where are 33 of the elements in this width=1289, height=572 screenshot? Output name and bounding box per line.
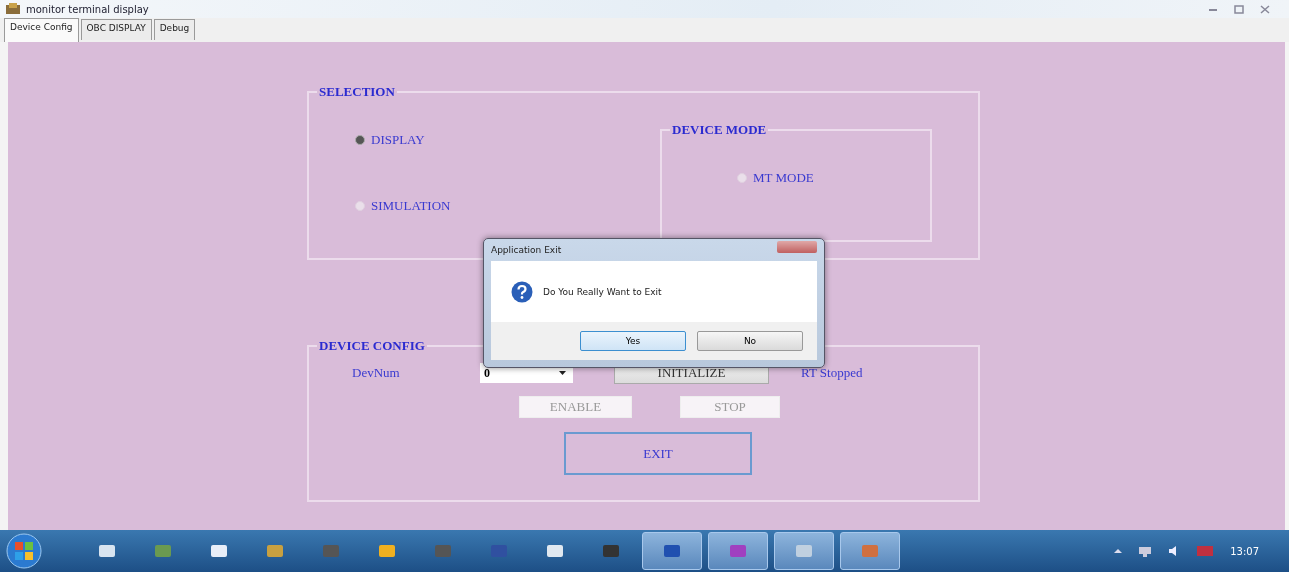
tab[interactable]: OBC DISPLAY [80,19,152,40]
status-text: RT Stopped [801,365,863,381]
dialog-title: Application Exit [491,245,562,255]
question-icon [511,280,533,303]
app-icon [6,3,22,15]
dialog-button[interactable]: Yes [580,331,686,351]
group-title: DEVICE CONFIG [318,338,426,354]
radio-label[interactable]: DISPLAY [371,132,425,148]
dialog-message: Do You Really Want to Exit [543,286,662,297]
radio-button[interactable] [355,201,365,211]
devnum-label: DevNum [352,365,401,381]
clock-text[interactable]: 13:07 [1230,545,1259,557]
window-title: monitor terminal display [26,3,149,15]
caret-icon [559,371,566,375]
close-icon[interactable] [1260,4,1270,14]
tab[interactable]: Debug [153,19,196,40]
group-title: SELECTION [318,84,396,100]
show-hidden-icon[interactable] [1114,548,1123,554]
dialog-button[interactable]: No [697,331,803,351]
maximize-icon[interactable] [1234,4,1244,14]
group-title: DEVICE MODE [671,122,768,138]
radio-label[interactable]: SIMULATION [371,198,451,214]
taskbar-app-button[interactable] [708,532,768,570]
taskbar-app-button[interactable] [642,532,702,570]
radio-label[interactable]: MT MODE [753,170,814,186]
start-button[interactable] [6,533,42,569]
exit-button[interactable]: EXIT [564,432,752,475]
radio-button[interactable] [737,173,747,183]
minimize-icon[interactable] [1208,6,1218,12]
close-button[interactable] [777,241,817,253]
tab[interactable]: Device Config [4,18,79,42]
network-icon[interactable] [1138,545,1153,557]
radio-button[interactable] [355,135,365,145]
